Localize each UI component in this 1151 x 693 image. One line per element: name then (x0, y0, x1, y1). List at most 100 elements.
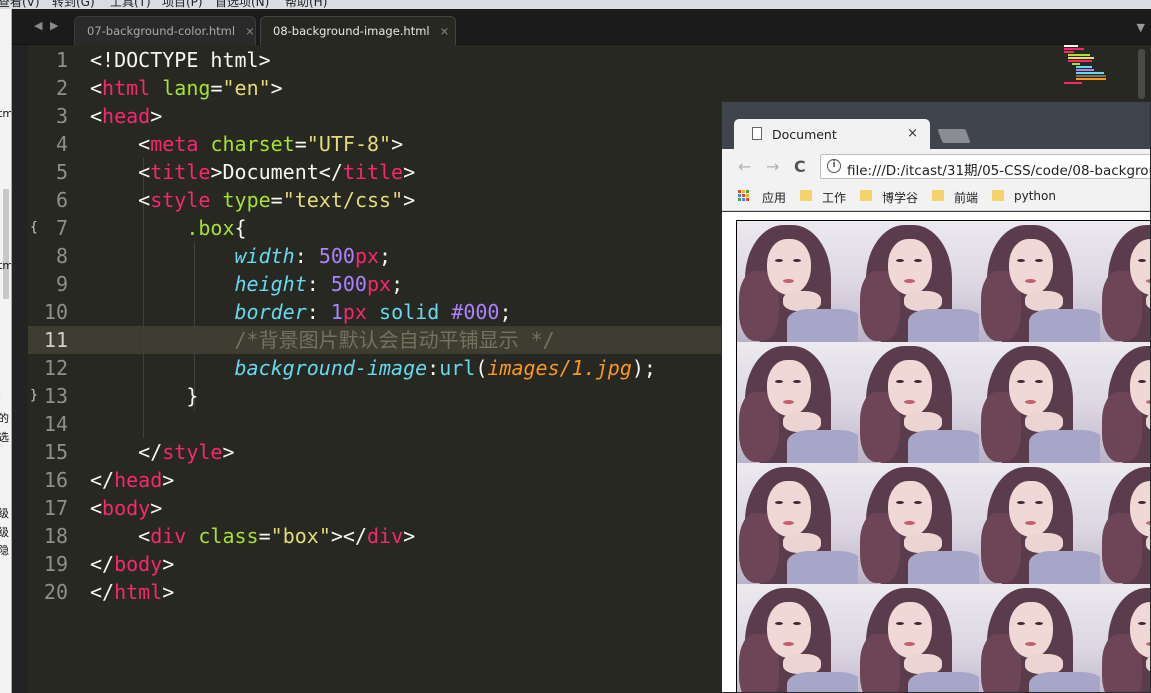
line-number: 3 (55, 104, 68, 128)
code-text: <style type="text/css"> (90, 186, 415, 214)
minimap[interactable] (1064, 45, 1124, 85)
code-token: > (403, 188, 416, 212)
line-number: 4 (55, 132, 68, 156)
code-token: } (90, 384, 199, 408)
code-token: ( (475, 356, 488, 380)
fold-close-icon[interactable]: } (30, 388, 38, 403)
code-token: > (270, 76, 283, 100)
code-token: </ (90, 580, 115, 604)
code-token: width (234, 244, 295, 268)
back-arrow-icon[interactable]: ← (738, 157, 751, 176)
browser-viewport (722, 212, 1150, 692)
code-token: head (102, 104, 151, 128)
bookmark-work[interactable]: 工作 (822, 189, 846, 206)
tab-close-icon[interactable]: × (440, 24, 450, 38)
background-tile-image (1100, 584, 1150, 692)
code-token: : (306, 272, 331, 296)
menu-item-view[interactable]: 查看(V) (0, 0, 40, 9)
code-text: /*背景图片默认会自动平铺显示 */ (90, 326, 555, 354)
code-line[interactable]: 1 <!DOCTYPE html> (28, 46, 928, 74)
menu-item-project[interactable]: 项目(P) (162, 0, 203, 9)
bookmark-frontend[interactable]: 前端 (954, 189, 978, 206)
background-tile-image (858, 584, 979, 692)
tab-label: 08-background-image.html (273, 24, 430, 38)
tab-08-background-image[interactable]: 08-background-image.html × (260, 16, 456, 45)
line-number: 18 (43, 524, 68, 548)
document-icon (752, 127, 762, 140)
left-panel-text: 的 (0, 410, 9, 426)
page-info-icon[interactable]: i (827, 159, 841, 173)
editor-scrollbar[interactable] (1138, 49, 1145, 99)
left-panel-text: tm (0, 107, 12, 120)
forward-arrow-icon[interactable]: → (766, 157, 779, 176)
code-token: < (90, 188, 151, 212)
new-tab-button[interactable] (937, 129, 971, 143)
code-token: : (294, 244, 319, 268)
menu-item-help[interactable]: 帮助(H) (285, 0, 327, 9)
code-token: : (427, 356, 440, 380)
tab-07-background-color[interactable]: 07-background-color.html × (74, 16, 256, 45)
code-token: px (354, 244, 380, 268)
bookmark-python[interactable]: python (1014, 189, 1056, 203)
code-token: = (210, 76, 223, 100)
apps-grid-icon[interactable] (738, 190, 750, 202)
background-tile-image (979, 584, 1100, 692)
code-token: height (234, 272, 307, 296)
folder-icon (932, 190, 944, 201)
left-panel-text: tm (0, 259, 12, 272)
code-text: width: 500px; (90, 242, 392, 270)
browser-window: Document × ← → C i file:///D:/itcast/31期… (721, 101, 1151, 693)
code-token: = (258, 524, 271, 548)
code-text: </body> (90, 550, 174, 578)
code-token: div (150, 524, 187, 548)
code-token: #000 (451, 300, 500, 324)
folder-icon (992, 190, 1004, 201)
browser-tab[interactable]: Document × (734, 119, 930, 149)
background-tile-image (737, 463, 858, 584)
background-tile-image (858, 342, 979, 463)
line-number: 2 (55, 76, 68, 100)
code-token: title (342, 160, 404, 184)
code-token: /*背景图片默认会自动平铺显示 */ (234, 328, 555, 352)
folder-icon (800, 190, 812, 201)
code-token: charset (210, 132, 295, 156)
code-token: head (114, 468, 163, 492)
code-text: <!DOCTYPE html> (90, 46, 271, 74)
menu-bar: 查看(V) 转到(G) 工具(T) 项目(P) 首选项(N) 帮助(H) (0, 0, 1151, 9)
code-token: px (342, 300, 367, 324)
menu-item-goto[interactable]: 转到(G) (52, 0, 95, 9)
bookmark-apps[interactable]: 应用 (762, 189, 786, 206)
code-token: title (150, 160, 211, 184)
bookmark-boxuegu[interactable]: 博学谷 (882, 189, 918, 206)
code-token: images/1.jpg (487, 356, 632, 380)
menu-item-preferences[interactable]: 首选项(N) (215, 0, 269, 9)
code-token: border (234, 300, 307, 324)
line-number: 10 (43, 300, 68, 324)
tab-nav-right-icon[interactable]: ▶ (50, 19, 58, 32)
code-token: body (102, 496, 151, 520)
code-token: </ (90, 552, 115, 576)
code-token: url (439, 356, 476, 380)
tab-dropdown-icon[interactable]: ▼ (1137, 21, 1145, 34)
reload-icon[interactable]: C (794, 157, 806, 176)
code-text: <meta charset="UTF-8"> (90, 130, 403, 158)
fold-open-icon[interactable]: { (30, 220, 38, 235)
tab-close-icon[interactable]: × (245, 24, 255, 38)
code-line[interactable]: 2 <html lang="en"> (28, 74, 928, 102)
line-number: 8 (55, 244, 68, 268)
code-token: < (90, 524, 151, 548)
address-bar[interactable]: i file:///D:/itcast/31期/05-CSS/code/08-b… (820, 154, 1150, 179)
left-panel-scrollbar[interactable] (3, 189, 9, 299)
menu-item-tools[interactable]: 工具(T) (110, 0, 151, 9)
line-number: 11 (43, 328, 68, 352)
browser-tab-close-icon[interactable]: × (907, 126, 918, 141)
tab-nav-left-icon[interactable]: ◀ (34, 19, 42, 32)
line-number: 20 (43, 580, 68, 604)
code-token: 500 (318, 244, 355, 268)
code-token: : (306, 300, 331, 324)
